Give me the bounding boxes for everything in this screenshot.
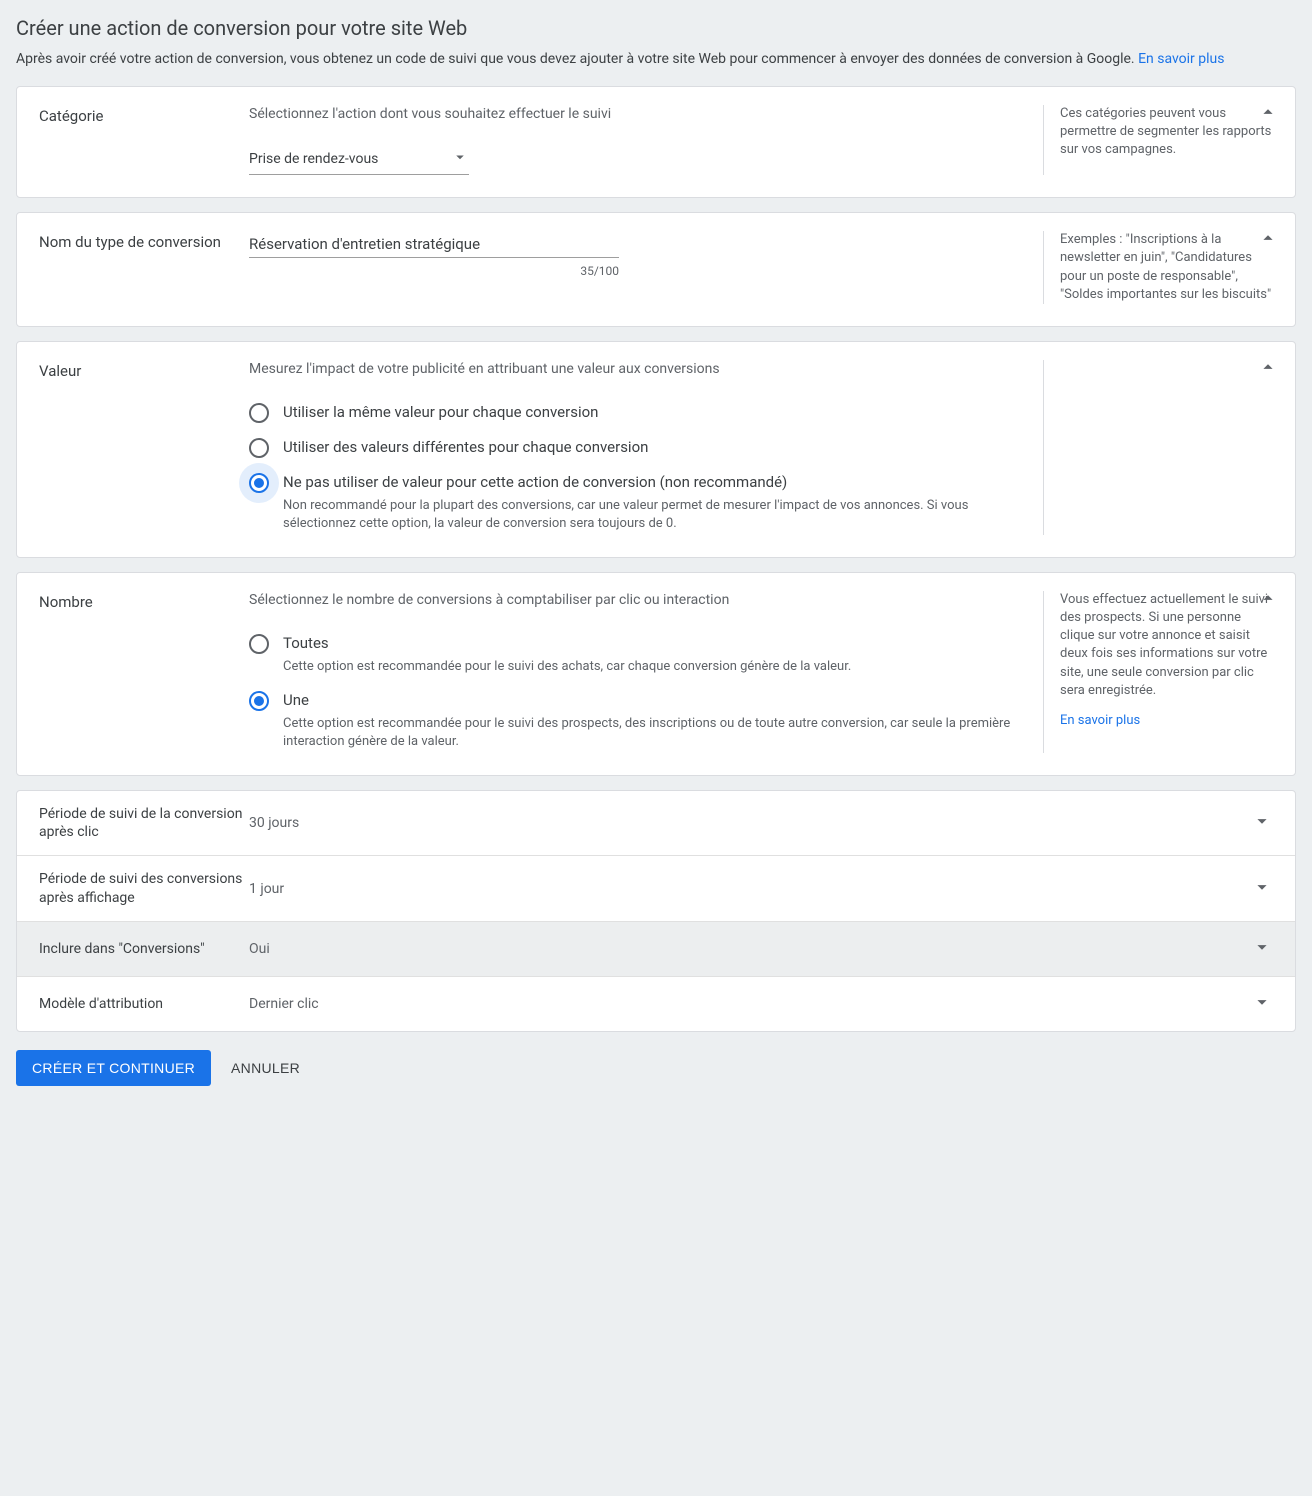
- conversion-name-input[interactable]: [249, 231, 619, 258]
- chevron-down-icon: [451, 148, 469, 170]
- chevron-up-icon[interactable]: [1257, 356, 1279, 382]
- count-radio-every-sub: Cette option est recommandée pour le sui…: [283, 658, 1027, 676]
- char-count: 35/100: [249, 264, 619, 278]
- conversion-name-label: Nom du type de conversion: [39, 231, 249, 304]
- conversion-name-card: Nom du type de conversion 35/100 Exemple…: [16, 212, 1296, 327]
- value-help: [1043, 360, 1273, 535]
- page-subtitle-text: Après avoir créé votre action de convers…: [16, 51, 1138, 67]
- count-card: Nombre Sélectionnez le nombre de convers…: [16, 572, 1296, 776]
- count-description: Sélectionnez le nombre de conversions à …: [249, 591, 1027, 611]
- view-window-value: 1 jour: [249, 881, 1251, 897]
- value-radio-same[interactable]: [249, 403, 269, 423]
- chevron-up-icon[interactable]: [1257, 227, 1279, 253]
- category-card: Catégorie Sélectionnez l'action dont vou…: [16, 86, 1296, 199]
- page-title: Créer une action de conversion pour votr…: [16, 16, 1296, 40]
- include-conversions-row[interactable]: Inclure dans "Conversions" Oui: [17, 922, 1295, 977]
- collapsed-settings: Période de suivi de la conversion après …: [16, 790, 1296, 1032]
- category-label: Catégorie: [39, 105, 249, 176]
- category-select-value: Prise de rendez-vous: [249, 151, 378, 167]
- view-window-row[interactable]: Période de suivi des conversions après a…: [17, 856, 1295, 921]
- footer-actions: Créer et continuer Annuler: [16, 1050, 1296, 1086]
- category-select[interactable]: Prise de rendez-vous: [249, 144, 469, 175]
- value-description: Mesurez l'impact de votre publicité en a…: [249, 360, 1027, 380]
- count-help: Vous effectuez actuellement le suivi des…: [1043, 591, 1273, 753]
- page-subtitle: Après avoir créé votre action de convers…: [16, 50, 1296, 70]
- attribution-row[interactable]: Modèle d'attribution Dernier clic: [17, 977, 1295, 1031]
- create-continue-button[interactable]: Créer et continuer: [16, 1050, 211, 1086]
- count-radio-every-label: Toutes: [283, 633, 1027, 654]
- chevron-up-icon[interactable]: [1257, 101, 1279, 127]
- chevron-down-icon: [1251, 810, 1273, 836]
- attribution-label: Modèle d'attribution: [39, 995, 249, 1013]
- chevron-up-icon[interactable]: [1257, 587, 1279, 613]
- click-window-row[interactable]: Période de suivi de la conversion après …: [17, 791, 1295, 856]
- count-help-text: Vous effectuez actuellement le suivi des…: [1060, 591, 1273, 700]
- count-radio-one-label: Une: [283, 690, 1027, 711]
- chevron-down-icon: [1251, 991, 1273, 1017]
- value-radio-same-label: Utiliser la même valeur pour chaque conv…: [283, 402, 1027, 423]
- click-window-value: 30 jours: [249, 815, 1251, 831]
- cancel-button[interactable]: Annuler: [231, 1060, 300, 1076]
- count-radio-one-sub: Cette option est recommandée pour le sui…: [283, 715, 1027, 751]
- learn-more-link[interactable]: En savoir plus: [1138, 51, 1224, 67]
- conversion-name-help: Exemples : "Inscriptions à la newsletter…: [1043, 231, 1273, 304]
- chevron-down-icon: [1251, 936, 1273, 962]
- view-window-label: Période de suivi des conversions après a…: [39, 870, 249, 906]
- attribution-value: Dernier clic: [249, 996, 1251, 1012]
- value-radio-different[interactable]: [249, 438, 269, 458]
- value-card: Valeur Mesurez l'impact de votre publici…: [16, 341, 1296, 558]
- count-label: Nombre: [39, 591, 249, 753]
- click-window-label: Période de suivi de la conversion après …: [39, 805, 249, 841]
- value-label: Valeur: [39, 360, 249, 535]
- include-conversions-value: Oui: [249, 941, 1251, 957]
- value-radio-none[interactable]: [249, 473, 269, 493]
- include-conversions-label: Inclure dans "Conversions": [39, 940, 249, 958]
- category-description: Sélectionnez l'action dont vous souhaite…: [249, 105, 1027, 125]
- count-help-link[interactable]: En savoir plus: [1060, 713, 1140, 728]
- category-help: Ces catégories peuvent vous permettre de…: [1043, 105, 1273, 176]
- value-radio-different-label: Utiliser des valeurs différentes pour ch…: [283, 437, 1027, 458]
- value-radio-none-sub: Non recommandé pour la plupart des conve…: [283, 497, 1027, 533]
- count-radio-one[interactable]: [249, 691, 269, 711]
- count-radio-every[interactable]: [249, 634, 269, 654]
- chevron-down-icon: [1251, 876, 1273, 902]
- value-radio-none-label: Ne pas utiliser de valeur pour cette act…: [283, 472, 1027, 493]
